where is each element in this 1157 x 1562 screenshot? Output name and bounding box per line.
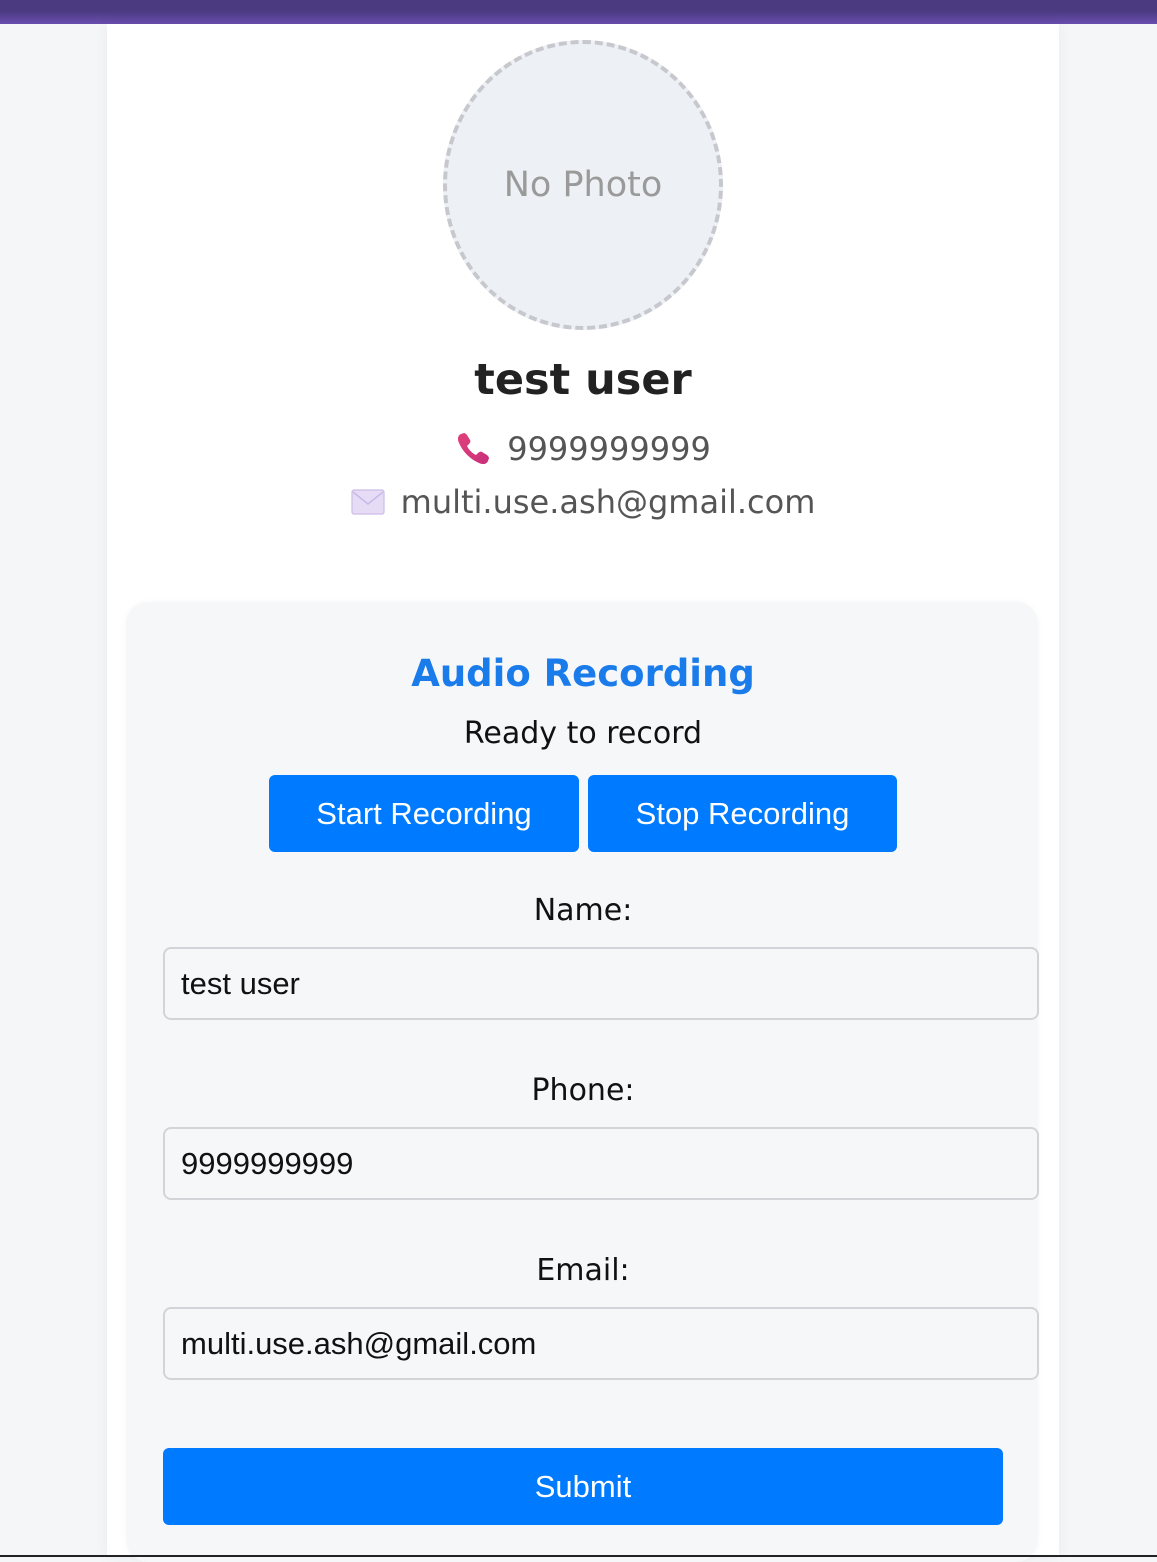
start-recording-button[interactable]: Start Recording (269, 775, 579, 852)
no-photo-text: No Photo (503, 165, 663, 205)
name-label: Name: (533, 893, 633, 928)
avatar-placeholder: No Photo (443, 40, 723, 330)
name-field[interactable] (163, 947, 1039, 1020)
profile-name: test user (474, 355, 692, 405)
contact-phone: 9999999999 (107, 430, 1059, 468)
phone-label: Phone: (531, 1073, 635, 1108)
header-bar (0, 0, 1157, 24)
phone-field[interactable] (163, 1127, 1039, 1200)
submit-button[interactable]: Submit (163, 1448, 1003, 1525)
email-field[interactable] (163, 1307, 1039, 1380)
envelope-icon (351, 489, 385, 515)
contact-email-text: multi.use.ash@gmail.com (400, 483, 816, 521)
stop-recording-button[interactable]: Stop Recording (588, 775, 897, 852)
contact-email: multi.use.ash@gmail.com (107, 483, 1059, 521)
telephone-receiver-icon (458, 433, 490, 465)
contact-phone-text: 9999999999 (507, 430, 711, 468)
email-label: Email: (536, 1253, 630, 1288)
recording-status: Ready to record (463, 716, 703, 751)
recording-title: Audio Recording (411, 652, 755, 695)
